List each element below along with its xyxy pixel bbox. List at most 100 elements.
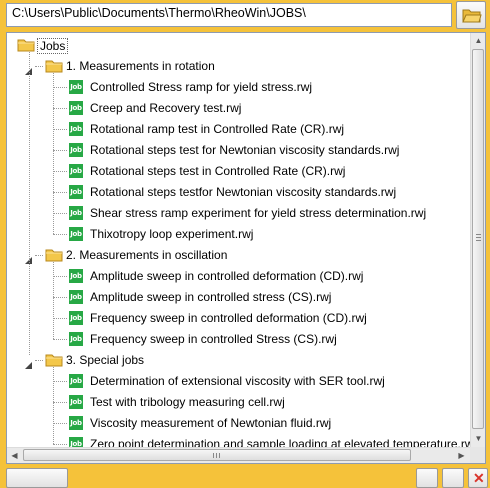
tree-guide <box>53 318 67 319</box>
job-file-icon: Job <box>69 437 83 447</box>
bottom-close-button[interactable]: ✕ <box>468 468 488 488</box>
horizontal-scrollbar[interactable]: ◀ ▶ <box>7 447 470 463</box>
job-file-icon: Job <box>69 332 83 346</box>
collapse-arrow-icon[interactable] <box>24 356 33 369</box>
tree-job-label: Amplitude sweep in controlled deformatio… <box>90 269 364 283</box>
tree-guide <box>53 108 67 109</box>
tree-guide <box>53 87 67 88</box>
tree-job-item[interactable]: Job Rotational steps test for Newtonian v… <box>7 140 470 160</box>
job-file-icon: Job <box>69 206 83 220</box>
tree-job-item[interactable]: Job Shear stress ramp experiment for yiel… <box>7 203 470 223</box>
scroll-left-arrow-icon[interactable]: ◀ <box>7 448 22 463</box>
tree-job-label: Frequency sweep in controlled Stress (CS… <box>90 332 337 346</box>
job-file-icon: Job <box>69 227 83 241</box>
tree-guide <box>53 213 67 214</box>
tree-guide <box>53 444 67 445</box>
tree-job-item[interactable]: Job Amplitude sweep in controlled stress … <box>7 287 470 307</box>
tree-guide <box>35 255 43 256</box>
job-file-icon: Job <box>69 311 83 325</box>
tree-guide <box>53 339 67 340</box>
bottom-left-button[interactable] <box>6 468 68 488</box>
folder-icon <box>45 59 63 73</box>
tree-job-item[interactable]: Job Determination of extensional viscosit… <box>7 371 470 391</box>
tree-job-label: Test with tribology measuring cell.rwj <box>90 395 285 409</box>
tree-group-3[interactable]: 3. Special jobs <box>7 350 470 370</box>
tree-guide <box>53 276 67 277</box>
tree-root-label: Jobs <box>37 38 69 54</box>
tree-guide <box>53 423 67 424</box>
tree-guide <box>53 129 67 130</box>
tree-job-item[interactable]: Job Amplitude sweep in controlled deforma… <box>7 266 470 286</box>
tree-guide <box>53 381 67 382</box>
folder-icon <box>17 38 35 52</box>
tree-guide <box>53 297 67 298</box>
tree-job-item[interactable]: Job Rotational steps testfor Newtonian vi… <box>7 182 470 202</box>
tree-guide <box>53 402 67 403</box>
folder-icon <box>45 248 63 262</box>
tree-guide <box>35 66 43 67</box>
tree-guide <box>53 234 67 235</box>
tree-job-item[interactable]: Job Frequency sweep in controlled Stress … <box>7 329 470 349</box>
tree-group-label: 1. Measurements in rotation <box>66 59 215 73</box>
open-folder-icon <box>462 9 482 23</box>
path-field[interactable]: C:\Users\Public\Documents\Thermo\RheoWin… <box>6 3 452 27</box>
bottom-action-button-2[interactable] <box>442 468 464 488</box>
tree-guide <box>53 171 67 172</box>
job-file-icon: Job <box>69 101 83 115</box>
tree-job-label: Rotational steps testfor Newtonian visco… <box>90 185 397 199</box>
close-icon: ✕ <box>473 470 485 486</box>
tree-job-item[interactable]: Job Frequency sweep in controlled deforma… <box>7 308 470 328</box>
folder-icon <box>45 353 63 367</box>
horizontal-scroll-thumb[interactable] <box>23 449 411 461</box>
job-file-icon: Job <box>69 416 83 430</box>
tree-group-1[interactable]: 1. Measurements in rotation <box>7 56 470 76</box>
tree-guide <box>53 367 54 444</box>
scroll-right-arrow-icon[interactable]: ▶ <box>454 448 469 463</box>
tree-guide <box>53 150 67 151</box>
tree-job-item[interactable]: Job Rotational ramp test in Controlled Ra… <box>7 119 470 139</box>
job-file-icon: Job <box>69 122 83 136</box>
tree-group-label: 2. Measurements in oscillation <box>66 248 228 262</box>
tree-job-label: Frequency sweep in controlled deformatio… <box>90 311 367 325</box>
vertical-scrollbar[interactable]: ▲ ▼ <box>470 33 485 447</box>
tree-job-item[interactable]: Job Rotational steps test in Controlled R… <box>7 161 470 181</box>
tree-job-label: Thixotropy loop experiment.rwj <box>90 227 254 241</box>
tree-group-label: 3. Special jobs <box>66 353 145 367</box>
scroll-corner <box>470 447 485 463</box>
job-file-icon: Job <box>69 395 83 409</box>
job-file-icon: Job <box>69 164 83 178</box>
tree-job-item[interactable]: Job Thixotropy loop experiment.rwj <box>7 224 470 244</box>
tree-job-item[interactable]: Job Viscosity measurement of Newtonian fl… <box>7 413 470 433</box>
tree-job-label: Zero point determination and sample load… <box>90 437 470 447</box>
tree-job-item[interactable]: Job Creep and Recovery test.rwj <box>7 98 470 118</box>
tree-job-label: Controlled Stress ramp for yield stress.… <box>90 80 313 94</box>
tree-job-label: Rotational ramp test in Controlled Rate … <box>90 122 345 136</box>
browse-folder-button[interactable] <box>456 1 486 29</box>
tree-guide <box>35 360 43 361</box>
tree-job-label: Amplitude sweep in controlled stress (CS… <box>90 290 332 304</box>
vertical-scroll-thumb[interactable] <box>472 49 484 429</box>
tree-job-label: Rotational steps test for Newtonian visc… <box>90 143 400 157</box>
job-file-icon: Job <box>69 80 83 94</box>
scroll-down-arrow-icon[interactable]: ▼ <box>471 431 485 446</box>
job-file-icon: Job <box>69 269 83 283</box>
scroll-up-arrow-icon[interactable]: ▲ <box>471 33 485 48</box>
tree-guide <box>53 192 67 193</box>
tree-job-label: Creep and Recovery test.rwj <box>90 101 242 115</box>
job-file-icon: Job <box>69 374 83 388</box>
tree-job-label: Shear stress ramp experiment for yield s… <box>90 206 427 220</box>
tree-job-label: Rotational steps test in Controlled Rate… <box>90 164 346 178</box>
tree-job-label: Viscosity measurement of Newtonian fluid… <box>90 416 332 430</box>
tree-guide <box>29 52 30 355</box>
job-tree-panel: Jobs 1. Measurements in rotation Job Contro… <box>6 32 486 464</box>
tree-guide <box>53 262 54 339</box>
tree-job-item[interactable]: Job Controlled Stress ramp for yield stre… <box>7 77 470 97</box>
bottom-action-button-1[interactable] <box>416 468 438 488</box>
job-tree[interactable]: Jobs 1. Measurements in rotation Job Contro… <box>7 33 470 447</box>
tree-job-item[interactable]: Job Test with tribology measuring cell.rw… <box>7 392 470 412</box>
job-file-icon: Job <box>69 143 83 157</box>
tree-group-2[interactable]: 2. Measurements in oscillation <box>7 245 470 265</box>
tree-guide <box>53 73 54 234</box>
tree-root-jobs[interactable]: Jobs <box>7 35 470 55</box>
tree-job-item[interactable]: Job Zero point determination and sample l… <box>7 434 470 447</box>
